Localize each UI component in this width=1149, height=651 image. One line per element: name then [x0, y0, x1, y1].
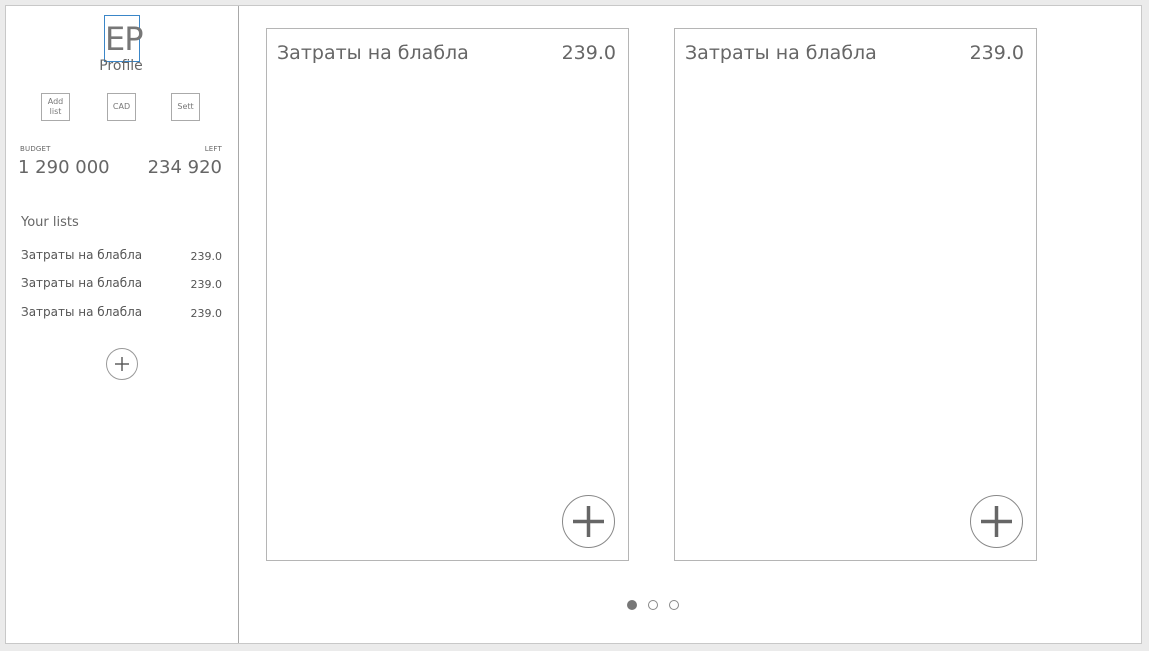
left-value: 234 920: [147, 157, 222, 178]
profile-label[interactable]: Profile: [96, 58, 146, 74]
page-dot-2[interactable]: [648, 600, 658, 610]
settings-button[interactable]: Sett: [171, 93, 200, 121]
card-title: Затраты на блабла: [685, 42, 877, 64]
list-item[interactable]: Затраты на блабла 239.0: [21, 305, 222, 323]
cad-button-label: CAD: [112, 102, 131, 111]
card-title: Затраты на блабла: [277, 42, 469, 64]
cad-button[interactable]: CAD: [107, 93, 136, 121]
list-item-name: Затраты на блабла: [21, 276, 143, 290]
add-item-button[interactable]: [970, 495, 1023, 548]
list-item[interactable]: Затраты на блабла 239.0: [21, 276, 222, 294]
budget-caption: BUDGET: [20, 145, 51, 153]
left-caption: LEFT: [204, 145, 222, 153]
avatar[interactable]: EP: [104, 15, 144, 62]
plus-icon: [115, 357, 129, 371]
budget-value: 1 290 000: [18, 157, 110, 178]
add-list-button-label: Add list: [47, 97, 64, 116]
plus-icon: [981, 506, 1012, 537]
list-item-name: Затраты на блабла: [21, 305, 143, 319]
list-item[interactable]: Затраты на блабла 239.0: [21, 248, 222, 266]
add-list-circle-button[interactable]: [106, 348, 138, 380]
list-card[interactable]: Затраты на блабла 239.0: [674, 28, 1037, 561]
list-item-amount: 239.0: [190, 250, 223, 263]
list-item-amount: 239.0: [190, 278, 223, 291]
settings-button-label: Sett: [177, 102, 194, 111]
list-item-amount: 239.0: [190, 307, 223, 320]
page-dot-1[interactable]: [627, 600, 637, 610]
page-dot-3[interactable]: [669, 600, 679, 610]
list-card[interactable]: Затраты на блабла 239.0: [266, 28, 629, 561]
list-item-name: Затраты на блабла: [21, 248, 143, 262]
add-item-button[interactable]: [562, 495, 615, 548]
lists-title: Your lists: [21, 215, 79, 230]
plus-icon: [573, 506, 604, 537]
card-total: 239.0: [969, 42, 1024, 64]
sidebar: EP Profile Add list CAD Sett BUDGET LEFT…: [6, 6, 239, 643]
add-list-button[interactable]: Add list: [41, 93, 70, 121]
card-total: 239.0: [561, 42, 616, 64]
